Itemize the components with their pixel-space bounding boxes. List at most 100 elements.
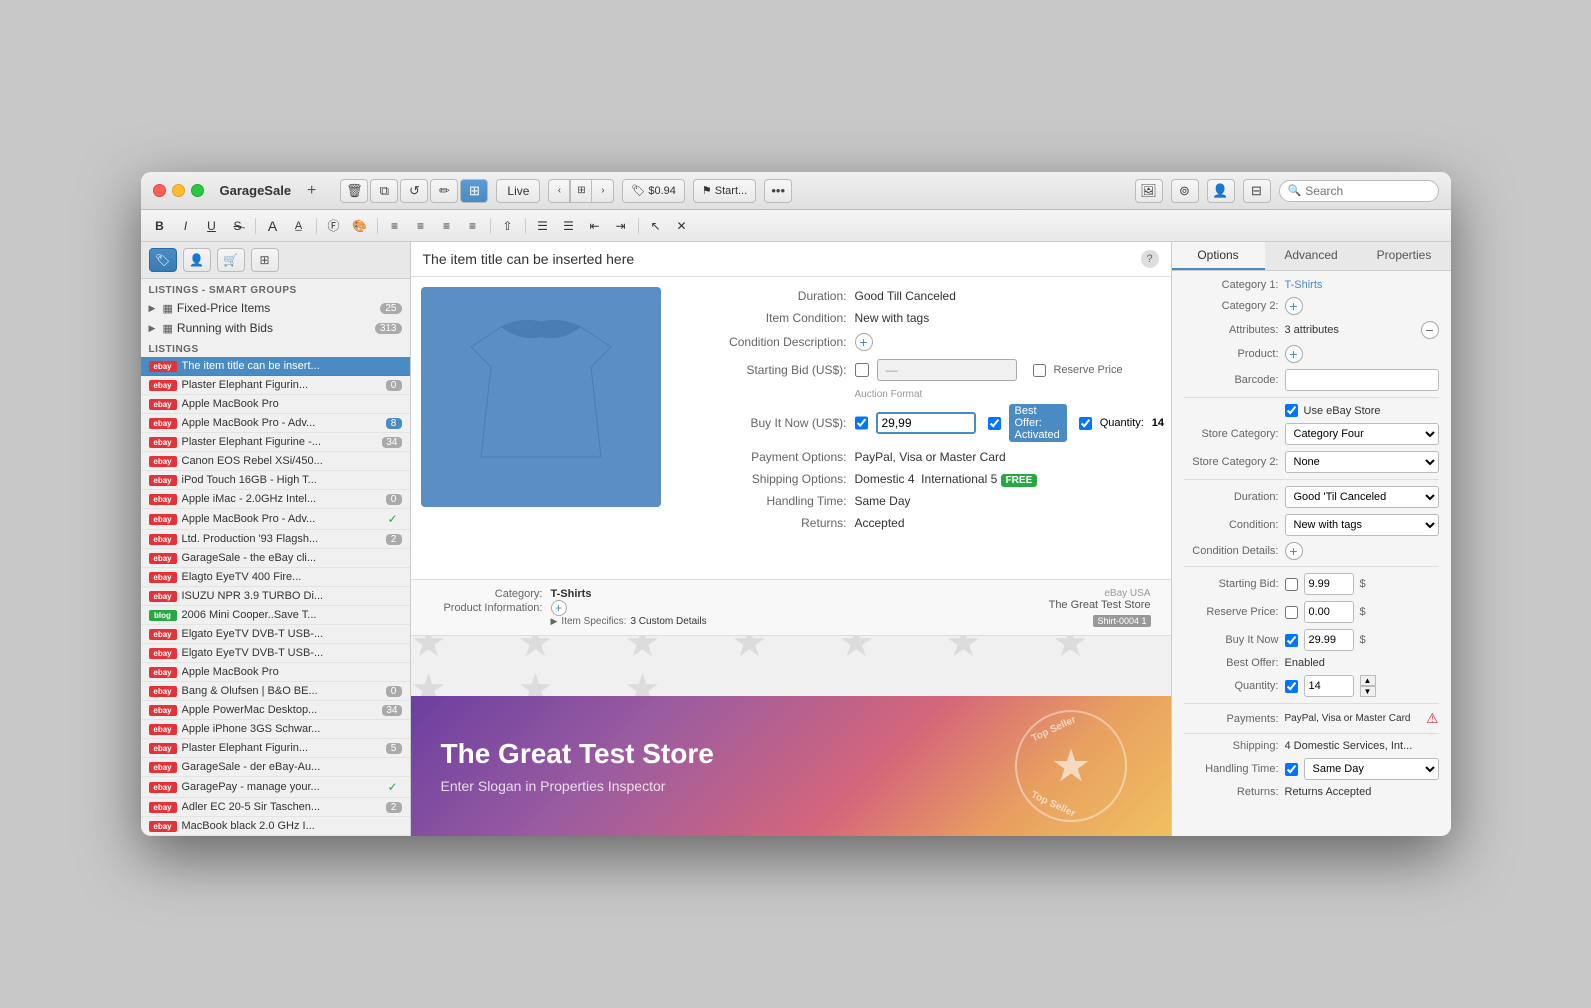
paint-button[interactable]: 🎨 (349, 215, 371, 237)
window-button[interactable]: ⊟ (1243, 179, 1271, 203)
copy-button[interactable]: ⧉ (370, 179, 398, 203)
tab-advanced[interactable]: Advanced (1265, 242, 1358, 270)
view-toggle-button[interactable]: ⊞ (460, 179, 488, 203)
indent-up-button[interactable]: ⇧ (497, 215, 519, 237)
add-cond-details-button[interactable]: + (1285, 542, 1303, 560)
tab-properties[interactable]: Properties (1358, 242, 1451, 270)
handling-panel-checkbox[interactable] (1285, 763, 1298, 776)
use-store-checkbox[interactable] (1285, 404, 1298, 417)
indent-button[interactable]: ⇥ (610, 215, 632, 237)
strikethrough-button[interactable]: S̶ (227, 215, 249, 237)
barcode-input[interactable] (1285, 369, 1439, 391)
nav-left-button[interactable]: ‹ (548, 179, 570, 203)
list-item[interactable]: ebay Elgato EyeTV DVB-T USB-... (141, 644, 410, 663)
store-category2-select[interactable]: None (1285, 451, 1439, 473)
best-offer-checkbox[interactable] (988, 417, 1001, 430)
justify-button[interactable]: ≡ (462, 215, 484, 237)
condition-select[interactable]: New with tags (1285, 514, 1439, 536)
search-input[interactable] (1305, 184, 1450, 198)
list-item[interactable]: ebay Adler EC 20-5 Sir Taschen... 2 (141, 798, 410, 817)
list-item[interactable]: ebay iPod Touch 16GB - High T... (141, 471, 410, 490)
start-button[interactable]: ⚑ Start... (693, 179, 756, 203)
align-left-button[interactable]: ≡ (384, 215, 406, 237)
add-category2-button[interactable]: + (1285, 297, 1303, 315)
circle-button[interactable]: Ⓕ (323, 215, 345, 237)
add-condition-button[interactable]: + (855, 333, 873, 351)
list-item[interactable]: ebay Apple iMac - 2.0GHz Intel... 0 (141, 490, 410, 509)
quantity-checkbox[interactable] (1079, 417, 1092, 430)
price-button[interactable]: 🏷 $0.94 (622, 179, 685, 203)
cursor-button[interactable]: ↖ (645, 215, 667, 237)
list-item[interactable]: blog 2006 Mini Cooper..Save T... (141, 606, 410, 625)
refresh-button[interactable]: ↺ (400, 179, 428, 203)
tab-options[interactable]: Options (1172, 242, 1265, 270)
list-item[interactable]: ebay Plaster Elephant Figurin... 5 (141, 739, 410, 758)
list-item[interactable]: ebay Apple iPhone 3GS Schwar... (141, 720, 410, 739)
bold-button[interactable]: B (149, 215, 171, 237)
quantity-down-button[interactable]: ▼ (1360, 686, 1376, 697)
close-button[interactable] (153, 184, 166, 197)
maximize-button[interactable] (191, 184, 204, 197)
list-item[interactable]: ebay Plaster Elephant Figurin... 0 (141, 376, 410, 395)
list-ol-button[interactable]: ☰ (558, 215, 580, 237)
sidebar-icon-grid[interactable]: ⊞ (251, 248, 279, 272)
reserve-price-checkbox[interactable] (1033, 364, 1046, 377)
list-item[interactable]: ebay GaragePay - manage your... ✓ (141, 777, 410, 798)
pencil-button[interactable]: ✏ (430, 179, 458, 203)
help-button[interactable]: ? (1141, 250, 1159, 268)
align-center-button[interactable]: ≡ (410, 215, 432, 237)
quantity-up-button[interactable]: ▲ (1360, 675, 1376, 686)
listing-item-selected[interactable]: ebay The item title can be insert... (141, 357, 410, 376)
list-item[interactable]: ebay GarageSale - der eBay-Au... (141, 758, 410, 777)
clear-button[interactable]: ✕ (671, 215, 693, 237)
help-button[interactable]: ⊚ (1171, 179, 1199, 203)
list-item[interactable]: ebay Canon EOS Rebel XSi/450... (141, 452, 410, 471)
list-item[interactable]: ebay GarageSale - the eBay cli... (141, 549, 410, 568)
reserve-panel-input[interactable] (1304, 601, 1354, 623)
reserve-panel-checkbox[interactable] (1285, 606, 1298, 619)
list-item[interactable]: ebay Apple MacBook Pro - Adv... 8 (141, 414, 410, 433)
nav-right-button[interactable]: › (592, 179, 614, 203)
starting-bid-panel-input[interactable] (1304, 573, 1354, 595)
sidebar-icon-person[interactable]: 👤 (183, 248, 211, 272)
list-item[interactable]: ebay Apple MacBook Pro - Adv... ✓ (141, 509, 410, 530)
add-product-button[interactable]: + (1285, 345, 1303, 363)
sidebar-icon-cart[interactable]: 🛒 (217, 248, 245, 272)
trash-button[interactable]: 🗑 (340, 179, 368, 203)
more-button[interactable]: ••• (764, 179, 792, 203)
list-item[interactable]: ebay Elgato EyeTV DVB-T USB-... (141, 625, 410, 644)
sidebar-icon-tag[interactable]: 🏷 (149, 248, 177, 272)
font-color-button[interactable]: A̲ (288, 215, 310, 237)
minimize-button[interactable] (172, 184, 185, 197)
person-button[interactable]: 👤 (1207, 179, 1235, 203)
add-product-button[interactable]: + (551, 600, 567, 616)
live-button[interactable]: Live (496, 179, 540, 203)
italic-button[interactable]: I (175, 215, 197, 237)
remove-attributes-button[interactable]: − (1421, 321, 1439, 339)
list-item[interactable]: ebay MacBook black 2.0 GHz I... (141, 817, 410, 836)
starting-bid-checkbox[interactable] (855, 363, 869, 377)
buy-now-panel-input[interactable] (1304, 629, 1354, 651)
grid-view-button[interactable]: ⊞ (570, 179, 592, 203)
group-running-bids[interactable]: ▶ ▦ Running with Bids 313 (141, 318, 410, 338)
list-item[interactable]: ebay Elagto EyeTV 400 Fire... (141, 568, 410, 587)
list-item[interactable]: ebay Apple MacBook Pro (141, 663, 410, 682)
list-ul-button[interactable]: ☰ (532, 215, 554, 237)
list-item[interactable]: ebay Apple MacBook Pro (141, 395, 410, 414)
underline-button[interactable]: U (201, 215, 223, 237)
buy-now-panel-checkbox[interactable] (1285, 634, 1298, 647)
quantity-panel-input[interactable] (1304, 675, 1354, 697)
photo-button[interactable]: 🖼 (1135, 179, 1163, 203)
font-size-button[interactable]: A (262, 215, 284, 237)
handling-select[interactable]: Same Day (1304, 758, 1439, 780)
buy-now-input[interactable] (876, 412, 976, 434)
list-item[interactable]: ebay Apple PowerMac Desktop... 34 (141, 701, 410, 720)
starting-bid-panel-checkbox[interactable] (1285, 578, 1298, 591)
buy-now-checkbox[interactable] (855, 416, 868, 430)
outdent-button[interactable]: ⇤ (584, 215, 606, 237)
list-item[interactable]: ebay ISUZU NPR 3.9 TURBO Di... (141, 587, 410, 606)
align-right-button[interactable]: ≡ (436, 215, 458, 237)
list-item[interactable]: ebay Plaster Elephant Figurine -... 34 (141, 433, 410, 452)
duration-select[interactable]: Good 'Til Canceled (1285, 486, 1439, 508)
add-button[interactable]: + (307, 182, 316, 200)
